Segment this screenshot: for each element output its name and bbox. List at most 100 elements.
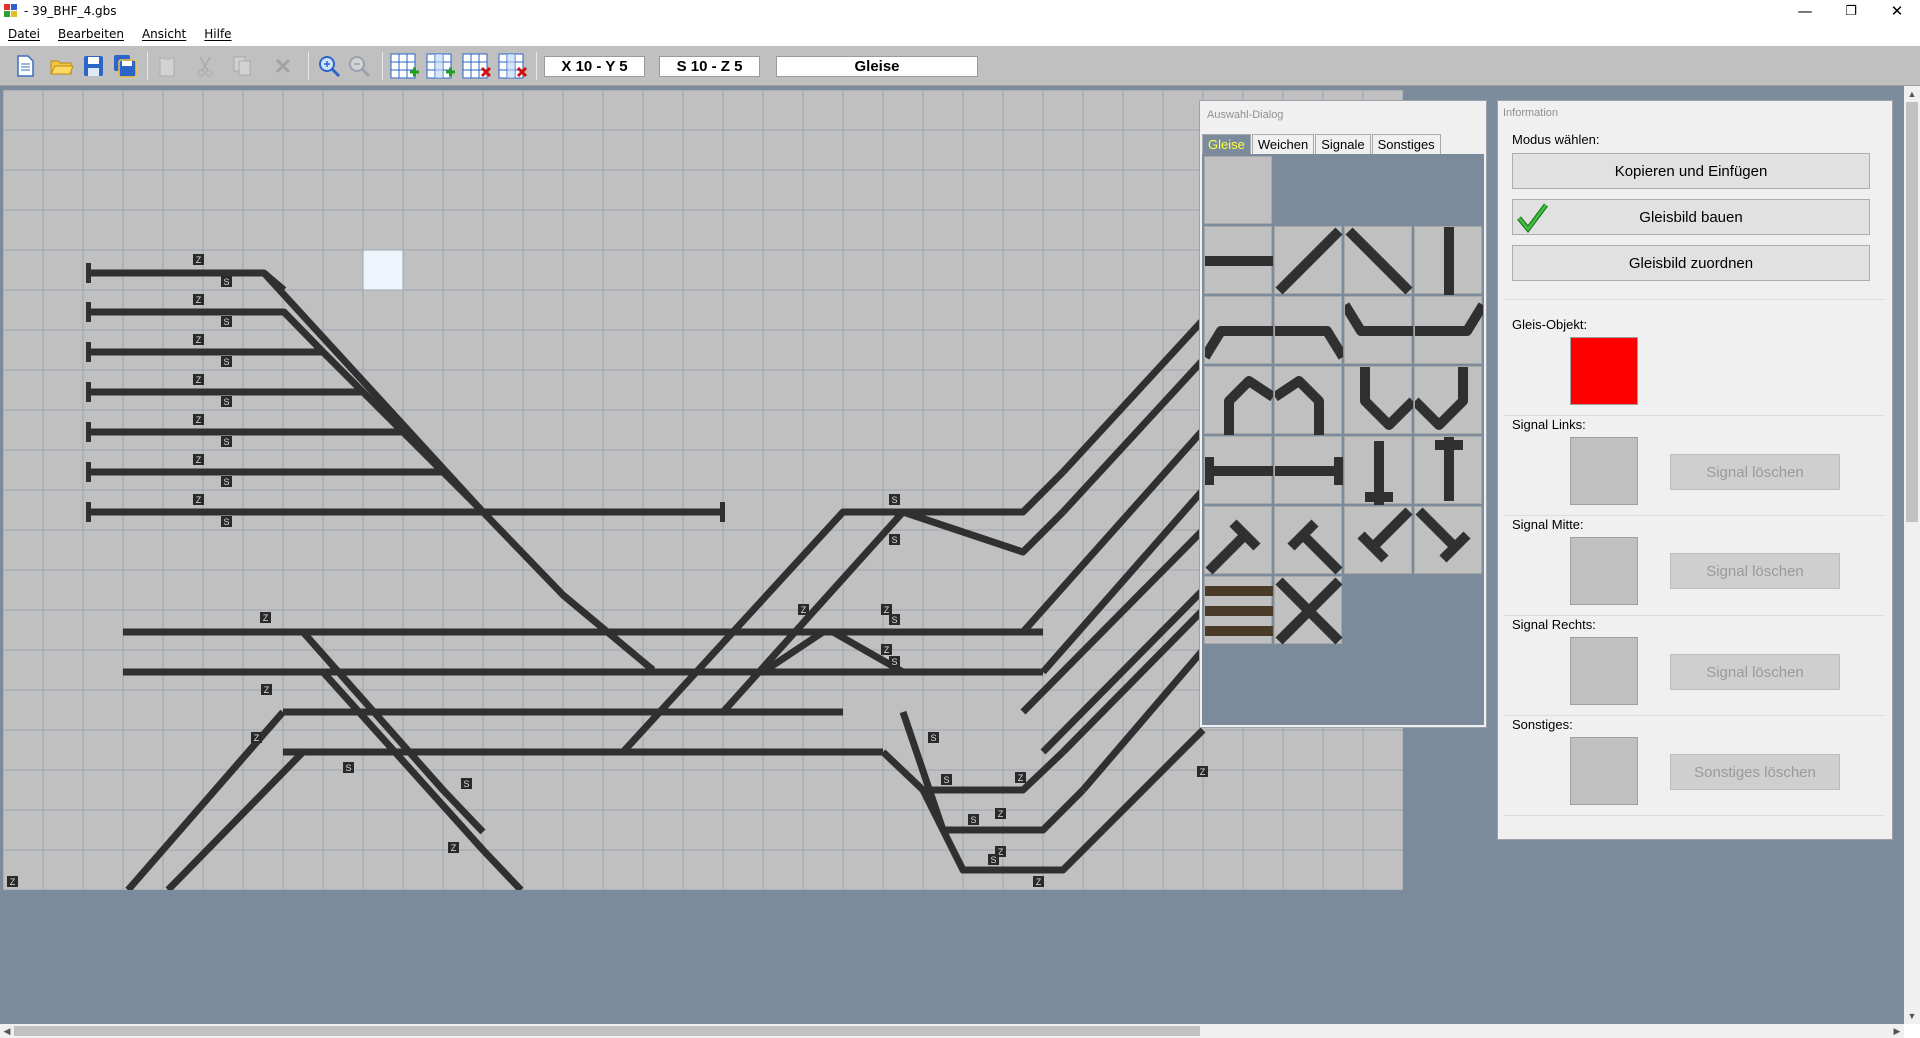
palette-tile-crossing[interactable] bbox=[1274, 576, 1343, 645]
save-all-icon[interactable] bbox=[112, 53, 138, 79]
vertical-scroll-thumb[interactable] bbox=[1906, 102, 1918, 522]
track-grid[interactable]: ZZZZZZZZZZZZZZZZZZZZSSSSSSSSSSSSSSSSS bbox=[3, 90, 1403, 890]
open-folder-icon[interactable] bbox=[48, 53, 74, 79]
horizontal-scrollbar[interactable]: ◀ ▶ bbox=[0, 1024, 1904, 1038]
track-segment bbox=[320, 669, 524, 890]
copy-icon[interactable] bbox=[229, 53, 255, 79]
palette-tile-buffer-top[interactable] bbox=[1344, 436, 1412, 505]
signal-rechts-delete-button[interactable]: Signal löschen bbox=[1670, 654, 1840, 690]
sonstiges-label: Sonstiges: bbox=[1512, 717, 1573, 732]
insert-column-icon[interactable] bbox=[426, 53, 456, 79]
position-display: X 10 - Y 5 bbox=[544, 56, 645, 77]
palette-tile-curve-up-left[interactable] bbox=[1274, 296, 1348, 364]
signal-rechts-preview bbox=[1570, 637, 1638, 705]
menu-datei[interactable]: Datei bbox=[8, 27, 40, 41]
zoom-in-icon[interactable] bbox=[316, 53, 342, 79]
track-marker-label: S bbox=[943, 775, 949, 785]
palette-tile-diagonal-up[interactable] bbox=[1274, 226, 1343, 295]
track-marker-label: S bbox=[891, 535, 897, 545]
scroll-up-icon[interactable]: ▲ bbox=[1904, 86, 1920, 102]
menu-hilfe[interactable]: Hilfe bbox=[204, 27, 231, 41]
palette-tile-curve-v-left[interactable] bbox=[1344, 366, 1417, 434]
track-segment bbox=[480, 509, 656, 673]
palette-tile-tee-diagonal-3[interactable] bbox=[1344, 506, 1413, 574]
palette-tile-empty-tile[interactable] bbox=[1204, 156, 1272, 224]
scroll-right-icon[interactable]: ▶ bbox=[1890, 1024, 1904, 1038]
tab-signale[interactable]: Signale bbox=[1315, 134, 1371, 154]
info-title: Information bbox=[1503, 107, 1559, 119]
build-button[interactable]: Gleisbild bauen bbox=[1512, 199, 1870, 235]
palette-tile-buffer-left[interactable] bbox=[1204, 436, 1273, 504]
cut-icon[interactable] bbox=[192, 53, 218, 79]
track-marker-label: S bbox=[223, 277, 229, 287]
buffer-stop bbox=[86, 342, 91, 362]
delete-column-icon[interactable] bbox=[498, 53, 528, 79]
track-marker-label: S bbox=[223, 477, 229, 487]
palette-tile-tee-diagonal-1[interactable] bbox=[1204, 506, 1272, 575]
palette-tile-straight-horizontal[interactable] bbox=[1204, 226, 1273, 294]
track-marker-label: Z bbox=[801, 605, 807, 615]
buffer-stop bbox=[86, 502, 91, 522]
maximize-button[interactable]: ❐ bbox=[1828, 0, 1874, 22]
palette-tile-platform-tracks[interactable] bbox=[1204, 576, 1273, 644]
signal-mitte-preview bbox=[1570, 537, 1638, 605]
signal-mitte-delete-button[interactable]: Signal löschen bbox=[1670, 553, 1840, 589]
signal-links-delete-button[interactable]: Signal löschen bbox=[1670, 454, 1840, 490]
signal-rechts-label: Signal Rechts: bbox=[1512, 617, 1596, 632]
track-layout[interactable]: ZZZZZZZZZZZZZZZZZZZZSSSSSSSSSSSSSSSSS bbox=[3, 90, 1403, 890]
palette-tile-tee-diagonal-2[interactable] bbox=[1274, 506, 1343, 575]
tab-sonstiges[interactable]: Sonstiges bbox=[1371, 134, 1441, 154]
palette-tile-diagonal-down[interactable] bbox=[1344, 226, 1413, 295]
tab-weichen[interactable]: Weichen bbox=[1251, 134, 1315, 154]
buffer-stop bbox=[86, 422, 91, 442]
palette-tile-curve-v-right[interactable] bbox=[1411, 366, 1482, 434]
paste-icon[interactable] bbox=[155, 53, 181, 79]
new-document-icon[interactable] bbox=[12, 53, 38, 79]
assign-button[interactable]: Gleisbild zuordnen bbox=[1512, 245, 1870, 281]
section-display: S 10 - Z 5 bbox=[659, 56, 760, 77]
close-button[interactable]: ✕ bbox=[1874, 0, 1920, 22]
track-marker-label: Z bbox=[196, 415, 202, 425]
palette-tile-straight-vertical[interactable] bbox=[1414, 226, 1482, 295]
track-marker-label: S bbox=[891, 615, 897, 625]
scroll-left-icon[interactable]: ◀ bbox=[0, 1024, 14, 1038]
scroll-down-icon[interactable]: ▼ bbox=[1904, 1008, 1920, 1024]
track-marker-label: Z bbox=[196, 335, 202, 345]
copy-paste-button[interactable]: Kopieren und Einfügen bbox=[1512, 153, 1870, 189]
palette-tile-arch-left[interactable] bbox=[1204, 366, 1276, 435]
palette-tile-tee-diagonal-4[interactable] bbox=[1414, 506, 1482, 574]
delete-icon[interactable] bbox=[270, 53, 296, 79]
information-panel: Information Modus wählen: Kopieren und E… bbox=[1497, 100, 1893, 840]
title-bar: - 39_BHF_4.gbs — ❐ ✕ bbox=[0, 0, 1920, 22]
track-segment bbox=[1060, 357, 1206, 515]
track-segment bbox=[88, 428, 446, 475]
sonstiges-delete-button[interactable]: Sonstiges löschen bbox=[1670, 754, 1840, 790]
palette-tile-buffer-bottom[interactable] bbox=[1414, 436, 1482, 504]
vertical-scrollbar[interactable]: ▲ ▼ bbox=[1904, 86, 1920, 1024]
track-marker-label: Z bbox=[196, 375, 202, 385]
signal-links-preview bbox=[1570, 437, 1638, 505]
app-icon bbox=[4, 4, 18, 18]
track-marker-label: Z bbox=[196, 255, 202, 265]
delete-row-icon[interactable] bbox=[462, 53, 492, 79]
palette-tile-arch-right[interactable] bbox=[1272, 366, 1342, 435]
minimize-button[interactable]: — bbox=[1782, 0, 1828, 22]
palette-tile-curve-up-right[interactable] bbox=[1200, 296, 1273, 364]
track-marker-label: Z bbox=[196, 495, 202, 505]
menu-bearbeiten[interactable]: Bearbeiten bbox=[58, 27, 124, 41]
palette-tile-buffer-right[interactable] bbox=[1274, 436, 1344, 504]
track-marker-label: S bbox=[223, 357, 229, 367]
insert-row-icon[interactable] bbox=[390, 53, 420, 79]
tab-gleise[interactable]: Gleise bbox=[1202, 134, 1251, 154]
horizontal-scroll-thumb[interactable] bbox=[14, 1026, 1200, 1036]
save-icon[interactable] bbox=[80, 53, 106, 79]
palette-tile-curve-down-right[interactable] bbox=[1340, 296, 1413, 364]
zoom-out-icon[interactable] bbox=[346, 53, 372, 79]
menu-ansicht[interactable]: Ansicht bbox=[142, 27, 186, 41]
palette-tile-curve-down-left[interactable] bbox=[1414, 296, 1488, 364]
mode-display: Gleise bbox=[776, 56, 978, 77]
buffer-stop bbox=[86, 382, 91, 402]
track-marker-label: S bbox=[223, 517, 229, 527]
track-marker-label: Z bbox=[884, 645, 890, 655]
track-marker-label: Z bbox=[1200, 767, 1206, 777]
